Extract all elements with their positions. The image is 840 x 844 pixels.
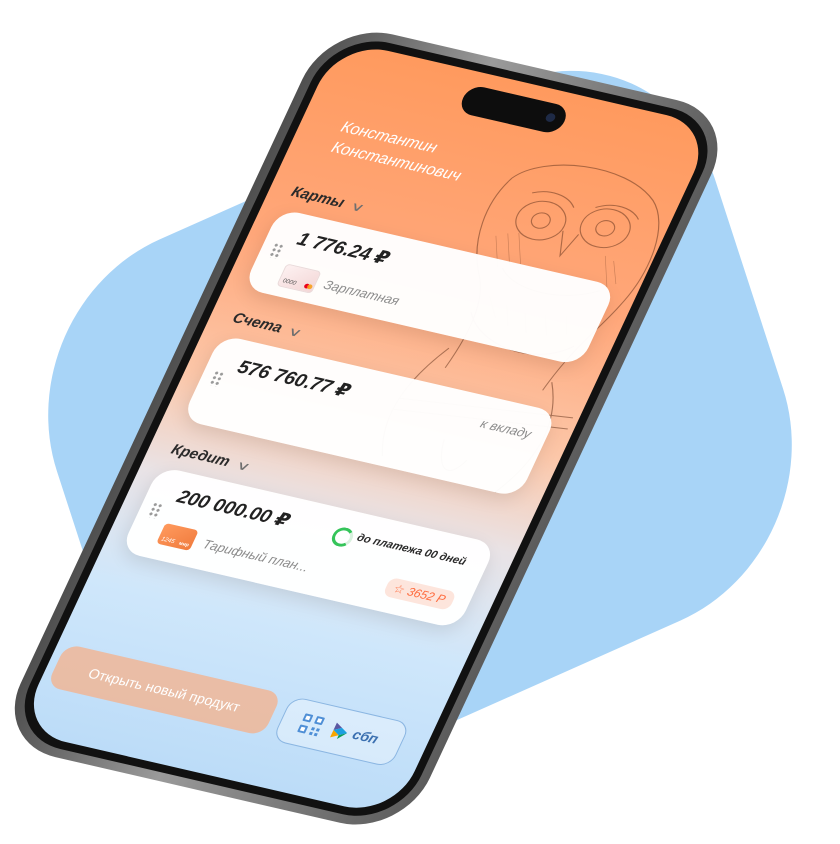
card-label: Зарплатная (321, 277, 403, 309)
payment-status: до платежа 00 дней (354, 531, 469, 568)
bonus-value: 3652 Р (404, 584, 448, 607)
chevron-down-icon[interactable]: ∨ (285, 324, 305, 340)
sbp-logo-icon (330, 722, 348, 739)
user-name: Константин Константинович (327, 117, 541, 203)
chevron-down-icon[interactable]: ∨ (348, 199, 368, 215)
credit-card-thumbnail: 1245 мир (156, 522, 199, 551)
credit-item[interactable]: 200 000.00 ₽ до платежа 00 дней 1245 мир… (119, 466, 497, 630)
mir-logo: мир (177, 540, 190, 549)
section-cards-title: Карты (288, 183, 348, 212)
debit-card-thumbnail: 0000 (276, 263, 322, 294)
open-new-product-button[interactable]: Открыть новый продукт (46, 643, 283, 737)
account-balance: 576 760.77 ₽ (233, 357, 354, 403)
section-credit-title: Кредит (168, 441, 233, 471)
credit-tariff: Тарифный план... (200, 536, 312, 575)
payment-progress-icon (328, 525, 357, 549)
sbp-label: сбп (349, 726, 382, 747)
section-credit-header[interactable]: Кредит∨ (168, 441, 253, 474)
section-accounts-header[interactable]: Счета∨ (229, 309, 306, 341)
credit-amount: 200 000.00 ₽ (173, 486, 294, 532)
drag-handle-icon[interactable] (147, 501, 164, 519)
drag-handle-icon[interactable] (208, 370, 226, 388)
drag-handle-icon[interactable] (267, 242, 285, 260)
qr-code-icon (297, 713, 325, 737)
chevron-down-icon[interactable]: ∨ (233, 458, 253, 474)
sbp-button[interactable]: сбп (271, 695, 412, 768)
section-cards-header[interactable]: Карты∨ (288, 183, 368, 216)
card-item[interactable]: 1 776.24 ₽ 0000 Зарплатная (242, 208, 617, 367)
card-balance: 1 776.24 ₽ (293, 229, 393, 270)
account-tag: к вкладу (478, 415, 534, 442)
bonus-badge[interactable]: ☆ 3652 Р (382, 576, 458, 611)
section-accounts-title: Счета (229, 309, 286, 337)
card-number: 0000 (281, 278, 298, 287)
account-item[interactable]: 576 760.77 ₽ к вкладу (181, 334, 559, 498)
mastercard-icon-secondary (306, 283, 314, 290)
credit-card-number: 1245 (159, 536, 176, 546)
